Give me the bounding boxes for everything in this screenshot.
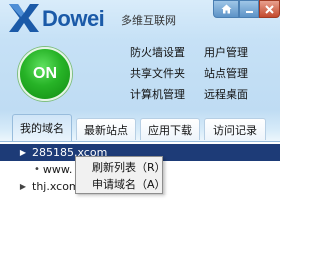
close-icon <box>265 4 274 14</box>
firewall-settings-link[interactable]: 防火墙设置 <box>130 44 185 60</box>
context-menu: 刷新列表（R） 申请域名（A） <box>75 156 166 194</box>
app-logo-text: Dowei <box>42 6 105 31</box>
shared-folder-link[interactable]: 共享文件夹 <box>130 65 185 81</box>
tab-bar: 我的域名 最新站点 应用下载 访问记录 <box>0 114 280 141</box>
title-bar[interactable]: Dowei 多维互联网 <box>0 0 280 36</box>
home-icon <box>221 4 231 14</box>
tree-row-label: www. <box>42 163 73 176</box>
power-on-label: ON <box>33 65 57 82</box>
home-button[interactable] <box>213 0 239 18</box>
dowei-logo-icon <box>9 4 39 32</box>
close-button[interactable] <box>259 0 280 18</box>
main-window: Dowei 多维互联网 ON 防火墙设置 用户管理 共享文件夹 站点管理 计算机… <box>0 0 280 270</box>
tab-latest-sites[interactable]: 最新站点 <box>76 118 136 140</box>
site-management-link[interactable]: 站点管理 <box>204 65 248 81</box>
window-controls <box>213 0 280 18</box>
bullet-icon: • <box>34 164 40 175</box>
expand-icon[interactable]: ▶ <box>16 148 30 157</box>
tab-visit-history[interactable]: 访问记录 <box>204 118 266 140</box>
tree-row-label: thj.xcom <box>32 180 80 193</box>
apply-domain-menu-item[interactable]: 申请域名（A） <box>92 176 166 192</box>
app-subtitle: 多维互联网 <box>121 14 176 27</box>
minimize-button[interactable] <box>239 0 259 18</box>
refresh-list-menu-item[interactable]: 刷新列表（R） <box>92 159 166 175</box>
minimize-icon <box>245 10 253 13</box>
user-management-link[interactable]: 用户管理 <box>204 44 248 60</box>
expand-icon[interactable]: ▶ <box>16 182 30 191</box>
computer-management-link[interactable]: 计算机管理 <box>130 86 185 102</box>
tab-my-domains[interactable]: 我的域名 <box>12 114 72 141</box>
tab-app-download[interactable]: 应用下载 <box>140 118 200 140</box>
power-on-button[interactable]: ON <box>18 47 72 101</box>
remote-desktop-link[interactable]: 远程桌面 <box>204 86 248 102</box>
